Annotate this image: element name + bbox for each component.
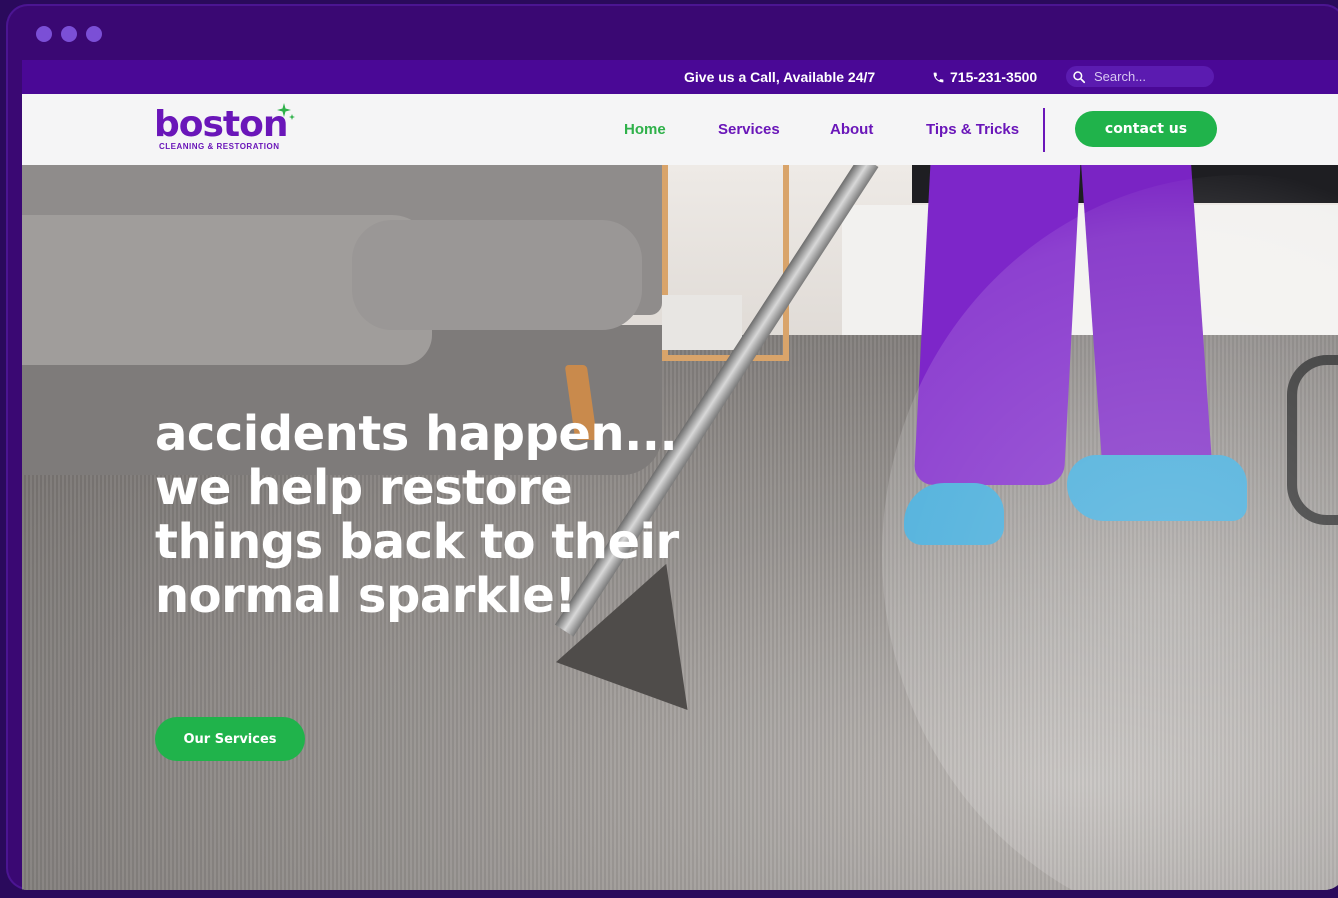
headline-line: normal sparkle! [155,568,576,624]
logo[interactable]: boston CLEANING & RESTORATION [154,103,295,151]
contact-us-button[interactable]: contact us [1075,111,1217,147]
search-input[interactable] [1092,68,1206,85]
headline-line: things back to their [155,514,679,570]
nav-link-home[interactable]: Home [624,121,666,138]
search-box[interactable] [1066,66,1214,87]
website-viewport: Give us a Call, Available 24/7 715-231-3… [22,60,1338,890]
hero-section: accidents happen... we help restore thin… [22,165,1338,890]
logo-sparkle-icon [277,103,295,120]
phone-number: 715-231-3500 [950,69,1038,85]
our-services-button[interactable]: Our Services [155,717,305,761]
search-icon [1073,70,1086,83]
main-navigation: boston CLEANING & RESTORATION Home Servi… [22,94,1338,165]
hero-headline: accidents happen... we help restore thin… [155,407,715,623]
headline-line: we help restore [155,460,573,516]
window-dot-minimize[interactable] [61,26,77,42]
logo-tagline: CLEANING & RESTORATION [159,142,280,151]
nav-link-services[interactable]: Services [718,121,780,138]
window-dot-close[interactable] [36,26,52,42]
window-dot-maximize[interactable] [86,26,102,42]
nav-link-about[interactable]: About [830,121,873,138]
phone-icon [933,72,944,82]
headline-line: accidents happen... [155,406,678,462]
logo-wordmark: boston [154,104,288,145]
phone-link[interactable]: 715-231-3500 [932,69,1037,85]
window-controls [36,26,102,42]
nav-divider [1043,108,1045,152]
top-bar: Give us a Call, Available 24/7 715-231-3… [22,60,1338,94]
browser-frame: Give us a Call, Available 24/7 715-231-3… [6,4,1338,890]
call-availability-text: Give us a Call, Available 24/7 [684,69,876,85]
nav-link-tips-tricks[interactable]: Tips & Tricks [926,121,1019,138]
